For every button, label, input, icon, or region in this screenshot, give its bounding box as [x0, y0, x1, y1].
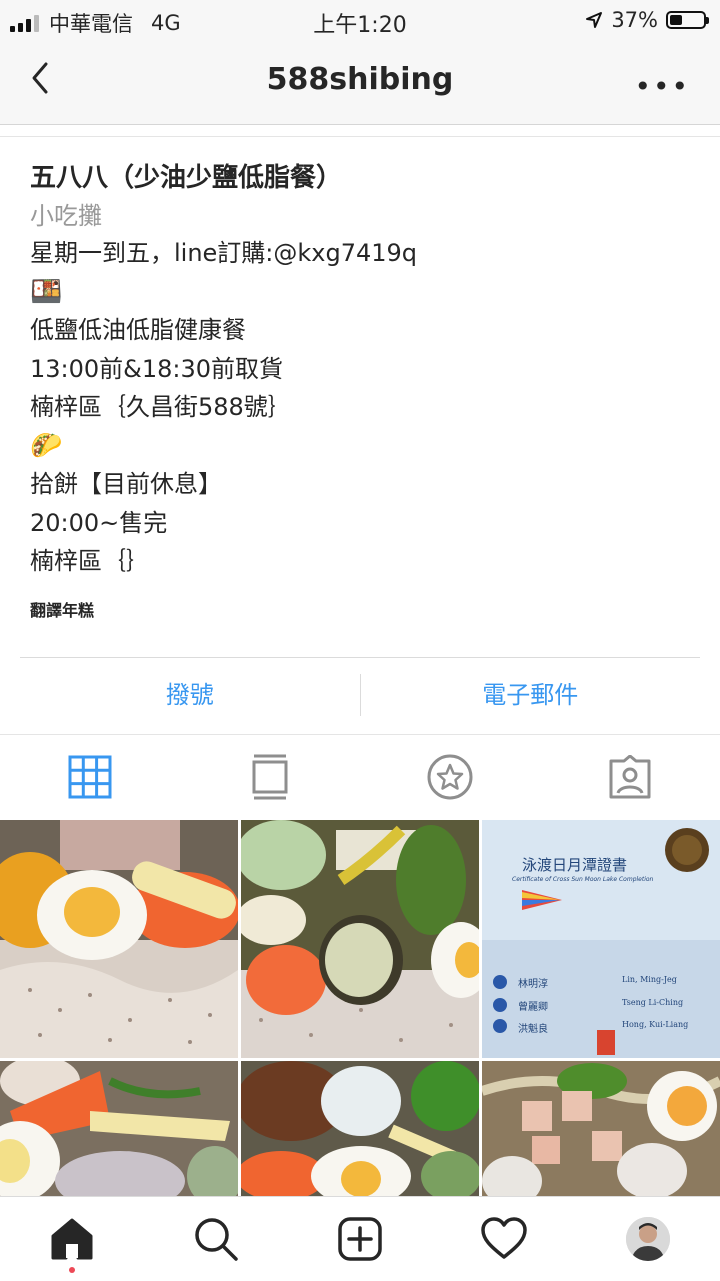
home-icon	[51, 1218, 93, 1260]
post-photo-vegetables	[241, 820, 479, 1058]
grid-post-2[interactable]	[241, 820, 479, 1058]
grid-post-4[interactable]	[0, 1061, 238, 1196]
bio-line-order: 星期一到五，line訂購:@kxg7419q	[30, 239, 418, 267]
bio-line-status: 拾餅【目前休息】	[30, 470, 222, 498]
grid-post-6[interactable]	[482, 1061, 720, 1196]
profile-bio: 五八八（少油少鹽低脂餐） 小吃攤 星期一到五，line訂購:@kxg7419q …	[30, 160, 690, 621]
nav-new-post[interactable]	[288, 1197, 432, 1281]
nav-profile[interactable]	[576, 1197, 720, 1281]
certificate-name3-zh: 洪魁良	[518, 1024, 548, 1035]
bento-emoji: 🍱	[30, 276, 63, 307]
post-photo-meal	[0, 1061, 238, 1196]
email-button[interactable]: 電子郵件	[361, 658, 701, 732]
activity-heart-icon	[481, 1217, 527, 1259]
top-nav: 588shibing •••	[0, 40, 720, 125]
bio-line-pickup: 13:00前&18:30前取貨	[30, 354, 284, 383]
add-post-icon	[338, 1217, 382, 1261]
translate-link[interactable]: 翻譯年糕	[30, 597, 690, 621]
search-icon	[195, 1218, 238, 1261]
divider	[0, 136, 720, 137]
tab-feed[interactable]	[180, 735, 360, 819]
bio-line-meal: 低鹽低油低脂健康餐	[30, 316, 246, 344]
photo-grid: 泳渡日月潭證書 Certificate of Cross Sun Moon La…	[0, 820, 720, 1196]
star-icon	[427, 754, 473, 800]
location-arrow-icon	[586, 12, 603, 28]
profile-category: 小吃攤	[30, 202, 102, 230]
bio-line-hours: 20:00~售完	[30, 508, 168, 537]
certificate-title: 泳渡日月潭證書	[522, 856, 628, 874]
profile-username-title: 588shibing	[266, 62, 454, 97]
profile-tabs	[0, 734, 720, 819]
taco-emoji: 🌮	[30, 430, 63, 461]
grid-post-5[interactable]	[241, 1061, 479, 1196]
grid-icon	[68, 755, 112, 799]
call-button[interactable]: 撥號	[20, 658, 360, 732]
nav-activity[interactable]	[432, 1197, 576, 1281]
post-photo-meal	[241, 1061, 479, 1196]
certificate-name2-zh: 曾麗卿	[518, 1002, 548, 1013]
tab-tagged[interactable]	[540, 735, 720, 819]
battery-icon	[666, 11, 709, 29]
nav-search[interactable]	[144, 1197, 288, 1281]
bio-line-address: 楠梓區｛久昌街588號｝	[30, 393, 292, 421]
tab-saved-guides[interactable]	[360, 735, 540, 819]
contact-actions: 撥號 電子郵件	[20, 657, 700, 732]
bottom-nav	[0, 1196, 720, 1281]
profile-display-name: 五八八（少油少鹽低脂餐）	[30, 163, 343, 193]
certificate-name-en: Lin, Ming-Jeg	[622, 975, 677, 984]
more-options-icon[interactable]: •••	[634, 70, 690, 103]
certificate-subtitle: Certificate of Cross Sun Moon Lake Compl…	[512, 876, 654, 883]
bio-line-district: 楠梓區｛｝	[30, 547, 150, 575]
home-notification-dot	[69, 1267, 75, 1273]
status-bar: 中華電信 4G 上午1:20 37%	[0, 0, 720, 40]
certificate-name2-en: Tseng Li-Ching	[622, 998, 684, 1007]
grid-post-1[interactable]	[0, 820, 238, 1058]
certificate-name3-en: Hong, Kui-Liang	[622, 1020, 689, 1029]
feed-icon	[252, 754, 288, 800]
profile-avatar	[626, 1217, 670, 1261]
nav-home[interactable]	[0, 1197, 144, 1281]
certificate-name-zh: 林明淳	[518, 979, 548, 990]
post-photo-meal	[482, 1061, 720, 1196]
tagged-icon	[609, 755, 651, 799]
post-photo-meal	[0, 820, 238, 1058]
grid-post-3-certificate[interactable]: 泳渡日月潭證書 Certificate of Cross Sun Moon La…	[482, 820, 720, 1058]
tab-grid[interactable]	[0, 735, 180, 819]
battery-percent: 37%	[611, 8, 658, 32]
